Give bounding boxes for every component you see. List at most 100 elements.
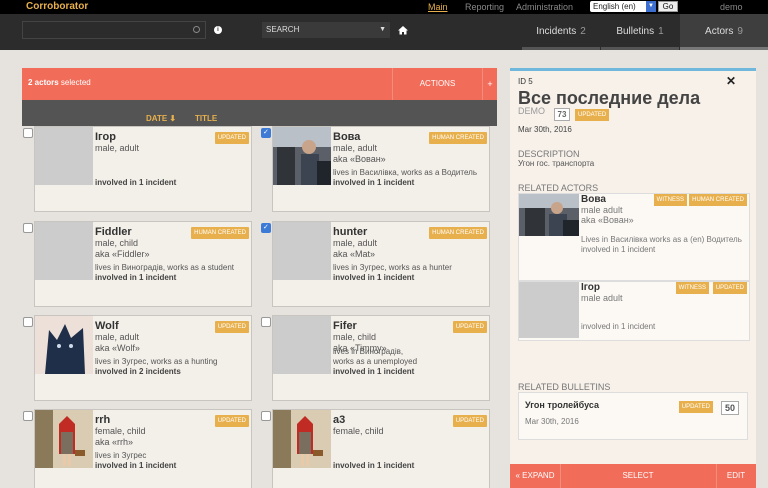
status-badge: HUMAN CREATED (429, 227, 487, 239)
incident-date: Mar 30th, 2016 (518, 125, 572, 134)
actor-select-checkbox[interactable] (261, 128, 271, 138)
tab-actors-label: Actors (705, 26, 734, 37)
actor-select-checkbox[interactable] (261, 223, 271, 233)
related-actor-alias: aka «Вован» (581, 215, 634, 225)
nav-link-main[interactable]: Main (428, 2, 448, 12)
related-actor-name: Ігор (581, 282, 601, 293)
actor-sex-age: male, adult (95, 332, 140, 342)
tab-bulletins-label: Bulletins (616, 26, 655, 37)
actor-name: hunter (333, 226, 368, 238)
role-badge: WITNESS (675, 282, 709, 294)
related-actor-sex-age: male adult (581, 293, 623, 303)
sort-by-date[interactable]: DATE ⬇ (146, 114, 176, 123)
actor-location: lives in Василівка, works as a Водитель (333, 168, 477, 177)
actor-info: lives in Василівка, works as a Водитель i… (333, 168, 477, 188)
tab-incidents[interactable]: Incidents 2 (522, 14, 600, 50)
status-badge: UPDATED (214, 415, 249, 427)
sort-date-label: DATE (146, 114, 168, 123)
actor-card[interactable]: Ігор male, adult involved in 1 incident UPD… (23, 126, 252, 212)
actor-card[interactable]: rrh female, child aka «rrh» lives in Зугрес… (23, 409, 252, 488)
home-icon[interactable] (398, 25, 408, 35)
actor-involvement: involved in 1 incident (95, 461, 177, 470)
actor-name: Ігор (95, 131, 116, 143)
actor-info: involved in 1 incident (95, 178, 176, 188)
actor-alias: aka «Fiddler» (95, 249, 150, 259)
actor-name: Fiddler (95, 226, 132, 238)
actor-photo-placeholder (273, 222, 331, 280)
search-type-label: SEARCH (266, 25, 300, 34)
clear-search-icon[interactable] (193, 26, 200, 33)
actor-name: a3 (333, 414, 346, 426)
actor-details: male, adult aka «Вован» (333, 143, 386, 165)
status-badge: HUMAN CREATED (429, 132, 487, 144)
actor-card[interactable]: huntermale, adultaka «Mat» lives in Зугре… (261, 221, 490, 307)
actor-sex-age: female, child (95, 426, 146, 436)
selection-count-number: 2 actors (28, 78, 59, 87)
actor-alias: aka «rrh» (95, 437, 134, 447)
actor-name: Вова (333, 131, 361, 143)
search-type-select[interactable]: SEARCH ▼ (262, 22, 390, 38)
actor-details: female, child (333, 426, 384, 437)
tab-bulletins-count: 1 (658, 26, 664, 37)
tab-underline (522, 47, 600, 50)
actor-select-checkbox[interactable] (23, 223, 33, 233)
actor-alias: aka «Wolf» (95, 343, 140, 353)
actor-details: male, adult aka «Mat» (333, 238, 377, 260)
info-icon[interactable]: i (214, 26, 222, 34)
related-actor-card[interactable]: Вова male adult aka «Вован» Lives in Васи… (518, 193, 750, 281)
status-badge: HUMAN CREATED (191, 227, 249, 239)
nav-link-administration[interactable]: Administration (516, 2, 573, 12)
actor-photo (273, 410, 331, 468)
status-badge: HUMAN CREATED (689, 194, 747, 206)
actor-select-checkbox[interactable] (23, 128, 33, 138)
sort-by-title[interactable]: TITLE (195, 114, 217, 123)
edit-button[interactable]: EDIT (716, 464, 756, 488)
nav-link-reporting[interactable]: Reporting (465, 2, 504, 12)
actor-card[interactable]: Wolf male, adult aka «Wolf» lives in Зугрес… (23, 315, 252, 401)
section-heading-related-bulletins: RELATED BULLETINS (518, 382, 611, 392)
actor-name: Wolf (95, 320, 119, 332)
related-actor-involvement: involved in 1 incident (581, 322, 656, 331)
actor-sex-age: male, adult (333, 238, 378, 248)
actor-location: lives in Зугрес, works as a hunter (333, 263, 452, 272)
expand-button[interactable]: « EXPAND (510, 464, 560, 488)
actor-alias: aka «Вован» (333, 154, 386, 164)
actor-info: lives in Зугрес, works as a hunting invol… (95, 357, 217, 377)
actor-sex-age: male, child (95, 238, 139, 248)
actor-select-checkbox[interactable] (23, 317, 33, 327)
search-input[interactable] (22, 21, 206, 39)
language-select[interactable]: English (en) ▼ (590, 1, 656, 12)
related-actor-card[interactable]: Ігор male adult involved in 1 incident W… (518, 281, 750, 341)
tab-actors[interactable]: Actors 9 (680, 14, 768, 50)
bulletin-score: 50 (721, 401, 739, 415)
actor-alias: aka «Mat» (333, 249, 376, 259)
close-icon[interactable]: ✕ (726, 74, 736, 88)
select-button[interactable]: SELECT (560, 464, 716, 488)
chevron-down-icon: ▼ (379, 26, 386, 33)
actor-info: lives in Виноградів, works as a unemploye… (333, 347, 417, 377)
actor-occupation: works as a unemployed (333, 357, 418, 366)
actor-card[interactable]: Fifer male, child aka «Timmy» lives in Вино… (261, 315, 490, 401)
language-go-button[interactable]: Go (658, 1, 678, 12)
actor-involvement: involved in 1 incident (95, 178, 177, 187)
tab-bulletins[interactable]: Bulletins 1 (601, 14, 679, 50)
actor-select-checkbox[interactable] (261, 317, 271, 327)
related-bulletin-card[interactable]: Угон тролейбуса Mar 30th, 2016 UPDATED 5… (518, 392, 748, 440)
sort-bar: DATE ⬇ TITLE (22, 100, 497, 126)
selection-count: 2 actors selected (28, 78, 91, 87)
actions-expand-button[interactable]: + (482, 68, 497, 100)
status-badge: UPDATED (452, 415, 487, 427)
related-actor-location: Lives in Василівка works as a (en) Водит… (581, 235, 742, 244)
actor-sex-age: male, adult (95, 143, 140, 153)
actions-button[interactable]: ACTIONS (392, 68, 482, 100)
actor-select-checkbox[interactable] (23, 411, 33, 421)
actor-card[interactable]: Fiddler male, child aka «Fiddler» lives in … (23, 221, 252, 307)
actor-card[interactable]: Воваmale, adultaka «Вован» lives in Васил… (261, 126, 490, 212)
tab-incidents-count: 2 (580, 26, 586, 37)
actor-card[interactable]: a3 female, child involved in 1 incident UPD… (261, 409, 490, 488)
selection-count-suffix: selected (60, 78, 91, 87)
brand-logo[interactable]: Corroborator (26, 1, 88, 12)
actor-select-checkbox[interactable] (261, 411, 271, 421)
actor-sex-age: male, adult (333, 143, 378, 153)
user-menu[interactable]: demo (720, 2, 743, 12)
